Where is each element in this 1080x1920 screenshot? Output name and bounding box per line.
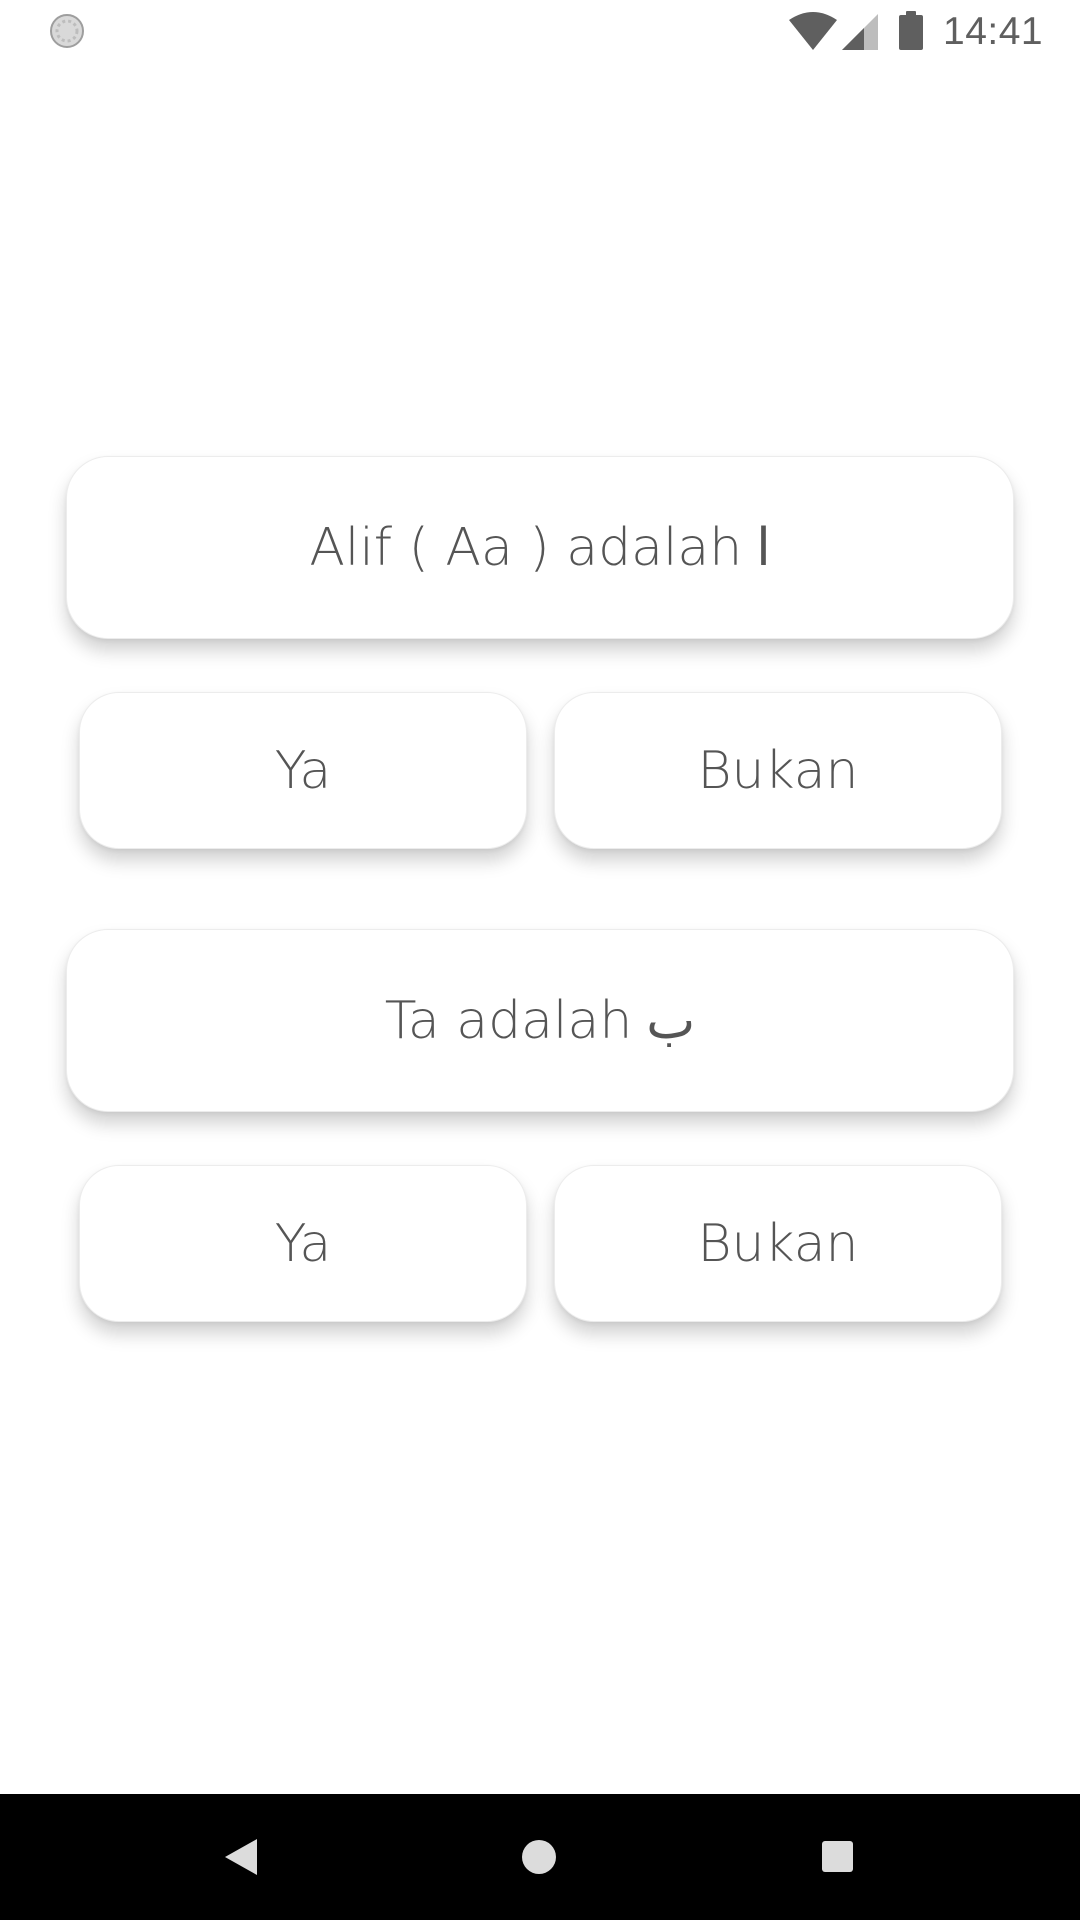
question-text: Alif ( Aa ) adalah: [309, 517, 743, 578]
arabic-letter: ب: [646, 990, 696, 1051]
no-button-2[interactable]: Bukan: [554, 1165, 1002, 1322]
back-icon[interactable]: [223, 1837, 259, 1877]
yes-button-2[interactable]: Ya: [79, 1165, 527, 1322]
signal-icon: [842, 14, 878, 50]
sync-icon: [50, 14, 84, 48]
question-card-1: Alif ( Aa ) adalah ا: [66, 456, 1014, 639]
yes-button-1[interactable]: Ya: [79, 692, 527, 849]
question-text: Ta adalah: [384, 990, 633, 1051]
question-card-2: Ta adalah ب: [66, 929, 1014, 1112]
no-button-1[interactable]: Bukan: [554, 692, 1002, 849]
recents-icon[interactable]: [821, 1840, 854, 1873]
wifi-icon: [789, 12, 837, 50]
arabic-letter: ا: [756, 517, 771, 578]
home-icon[interactable]: [521, 1839, 557, 1875]
navigation-bar: [0, 1794, 1080, 1920]
quiz-screen: 14:41 Alif ( Aa ) adalah ا Ya Bukan Ta a…: [0, 0, 1080, 1920]
battery-icon: [899, 11, 923, 50]
status-time: 14:41: [943, 10, 1044, 53]
status-bar: 14:41: [0, 0, 1080, 64]
